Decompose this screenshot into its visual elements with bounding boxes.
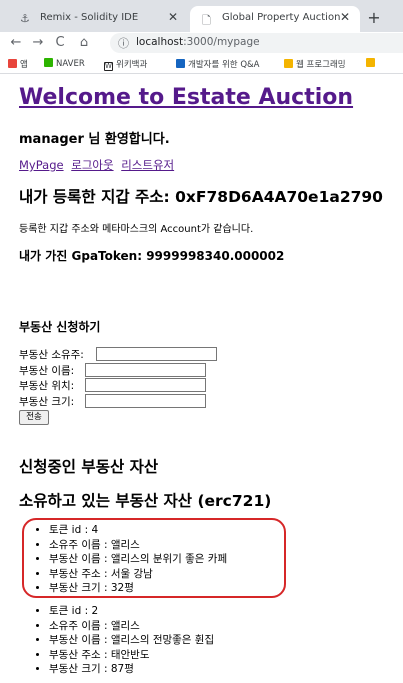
- list-item: 부동산 크기 : 87평: [49, 662, 214, 677]
- bookmark-dev-qa[interactable]: 개발자를 위한 Q&A: [176, 58, 259, 70]
- name-label: 부동산 이름:: [19, 365, 75, 377]
- close-icon[interactable]: ✕: [168, 10, 178, 24]
- wallet-address-heading: 내가 등록한 지갑 주소: 0xF78D6A4A70e1a2790: [19, 188, 383, 206]
- site-title-link[interactable]: Welcome to Estate Auction: [19, 85, 353, 110]
- owned-asset-list: 토큰 id : 2 소유주 이름 : 앨리스 부동산 이름 : 앨리스의 전망좋…: [35, 604, 214, 677]
- bookmark-folder[interactable]: [366, 58, 378, 69]
- tab-remix[interactable]: ⚓ Remix - Solidity IDE ✕: [8, 6, 188, 32]
- location-label: 부동산 위치:: [19, 380, 75, 392]
- remix-icon: ⚓: [20, 12, 30, 25]
- bookmarks-bar: 앱 NAVER W 위키백과 개발자를 위한 Q&A 웹 프로그래밍: [0, 54, 403, 74]
- bookmark-label: NAVER: [56, 59, 85, 69]
- tab-title: Global Property Auction: [222, 12, 341, 23]
- name-input[interactable]: [85, 363, 206, 377]
- close-icon[interactable]: ✕: [340, 10, 350, 24]
- browser-toolbar: ← → C ⌂ ⓘ localhost:3000/mypage: [0, 32, 403, 54]
- list-users-link[interactable]: 리스트유저: [121, 158, 174, 172]
- folder-icon: [284, 59, 293, 68]
- page-content: Welcome to Estate Auction manager 님 환영합니…: [0, 74, 403, 683]
- address-bar[interactable]: ⓘ localhost:3000/mypage: [110, 33, 403, 53]
- bookmark-label: 위키백과: [116, 60, 148, 70]
- bookmark-web-programming[interactable]: 웹 프로그래밍: [284, 58, 346, 70]
- wallet-match-note: 등록한 지갑 주소와 메타마스크의 Account가 같습니다.: [19, 224, 254, 235]
- owner-input[interactable]: [96, 347, 217, 361]
- dev-qa-icon: [176, 59, 185, 68]
- submit-button[interactable]: 전송: [19, 410, 49, 425]
- document-icon: 🗋: [202, 14, 211, 27]
- logout-link[interactable]: 로그아웃: [71, 158, 113, 172]
- list-item: 소유주 이름 : 앨리스: [49, 619, 214, 634]
- forward-arrow-icon[interactable]: →: [30, 35, 46, 51]
- url-host: localhost: [136, 36, 184, 48]
- list-item: 토큰 id : 2: [49, 604, 214, 619]
- reload-icon[interactable]: C: [52, 35, 68, 51]
- home-icon[interactable]: ⌂: [76, 35, 92, 51]
- wikipedia-icon: W: [104, 62, 113, 71]
- pending-assets-heading: 신청중인 부동산 자산: [19, 458, 159, 476]
- bookmark-apps[interactable]: 앱: [8, 58, 28, 70]
- tab-title: Remix - Solidity IDE: [40, 12, 139, 23]
- apply-form-title: 부동산 신청하기: [19, 320, 101, 334]
- owner-label: 부동산 소유주:: [19, 349, 84, 361]
- apps-grid-icon: [8, 59, 17, 68]
- tab-global-property-auction[interactable]: 🗋 Global Property Auction ✕: [190, 6, 360, 32]
- bookmark-label: 웹 프로그래밍: [296, 60, 346, 70]
- site-info-icon[interactable]: ⓘ: [118, 35, 129, 51]
- size-label: 부동산 크기:: [19, 396, 75, 408]
- bookmark-wikipedia[interactable]: W 위키백과: [104, 58, 147, 71]
- browser-tab-bar: ⚓ Remix - Solidity IDE ✕ 🗋 Global Proper…: [0, 0, 403, 32]
- new-tab-button[interactable]: +: [364, 8, 384, 28]
- nav-links: MyPage 로그아웃 리스트유저: [19, 157, 178, 173]
- mypage-link[interactable]: MyPage: [19, 158, 64, 172]
- back-arrow-icon[interactable]: ←: [8, 35, 24, 51]
- naver-icon: [44, 58, 53, 67]
- folder-icon: [366, 58, 375, 67]
- bookmark-label: 개발자를 위한 Q&A: [188, 60, 260, 70]
- location-input[interactable]: [85, 378, 206, 392]
- size-input[interactable]: [85, 394, 206, 408]
- url-path: :3000/mypage: [183, 36, 260, 48]
- url-text: localhost:3000/mypage: [136, 36, 260, 48]
- bookmark-label: 앱: [20, 60, 28, 70]
- owned-assets-heading: 소유하고 있는 부동산 자산 (erc721): [19, 492, 272, 510]
- bookmark-naver[interactable]: NAVER: [44, 58, 85, 69]
- highlight-annotation: [22, 518, 286, 598]
- greeting-text: manager 님 환영합니다.: [19, 132, 170, 147]
- list-item: 부동산 이름 : 앨리스의 전망좋은 휜집: [49, 633, 214, 648]
- token-balance: 내가 가진 GpaToken: 9999998340.000002: [19, 249, 285, 263]
- list-item: 부동산 주소 : 태안반도: [49, 648, 214, 663]
